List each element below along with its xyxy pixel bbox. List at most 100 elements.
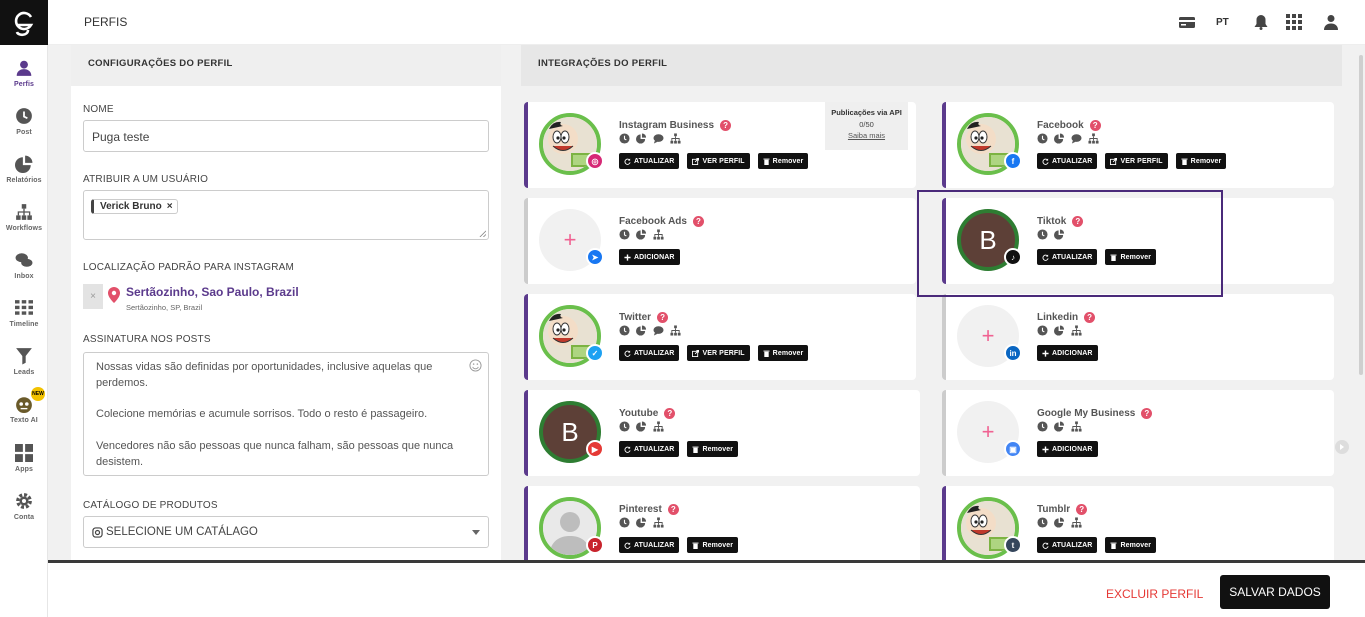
adicionar-button[interactable]: ADICIONAR [1037, 441, 1098, 457]
help-icon[interactable]: ? [664, 408, 676, 419]
integration-name-text: Youtube [619, 408, 659, 419]
remover-button[interactable]: Remover [1175, 153, 1227, 169]
help-icon[interactable]: ? [720, 120, 732, 131]
delete-profile-button[interactable]: EXCLUIR PERFIL [1106, 587, 1203, 601]
integration-name-text: Tumblr [1037, 504, 1071, 515]
trash-icon [692, 446, 699, 453]
pie-chart-icon [1054, 517, 1065, 528]
sitemap-icon [653, 229, 664, 240]
location-clear-button[interactable]: × [83, 284, 103, 309]
sidebar-item-conta[interactable]: Conta [0, 486, 48, 534]
pie-chart-icon [636, 229, 647, 240]
clock-icon [619, 229, 630, 240]
profile-config-panel: CONFIGURAÇÕES DO PERFIL NOME Puga teste … [71, 45, 501, 562]
account-icon[interactable] [1323, 13, 1339, 31]
atualizar-button[interactable]: ATUALIZAR [619, 345, 680, 361]
instagram-icon: ◎ [586, 152, 604, 170]
new-badge: NEW [31, 387, 45, 401]
ver-perfil-button[interactable]: VER PERFIL [687, 345, 750, 361]
sidebar-item-leads[interactable]: Leads [0, 341, 48, 389]
signature-textarea[interactable]: Nossas vidas são definidas por oportunid… [83, 352, 489, 476]
pie-chart-icon [1054, 133, 1065, 144]
refresh-icon [624, 157, 631, 165]
chat-icon [653, 134, 664, 144]
button-label: ATUALIZAR [634, 445, 675, 453]
scroll-next-button[interactable] [1335, 440, 1349, 454]
sidebar-item-workflows[interactable]: Workflows [0, 197, 48, 245]
remover-button[interactable]: Remover [757, 153, 809, 169]
name-input[interactable]: Puga teste [83, 120, 489, 152]
clock-icon [619, 325, 630, 336]
resize-handle-icon[interactable] [479, 230, 486, 237]
help-icon[interactable]: ? [1089, 120, 1101, 131]
catalog-select[interactable]: SELECIONE UM CATÁLAGO [83, 516, 489, 548]
remover-button[interactable]: Remover [687, 537, 739, 553]
config-section-title: CONFIGURAÇÕES DO PERFIL [88, 58, 233, 69]
integration-name: Google My Business? [1037, 408, 1153, 419]
sidebar-item-timeline[interactable]: Timeline [0, 293, 48, 341]
remover-button[interactable]: Remover [1105, 537, 1157, 553]
name-input-value: Puga teste [92, 130, 150, 144]
emoji-icon[interactable] [469, 359, 482, 372]
button-label: ATUALIZAR [1052, 541, 1093, 549]
feature-icons [1037, 325, 1082, 336]
sidebar-item-inbox[interactable]: Inbox [0, 245, 48, 293]
sidebar-item-texto-ai[interactable]: NEW Texto AI [0, 387, 48, 437]
clock-icon [619, 133, 630, 144]
integration-card-linkedin: + in Linkedin? ADICIONAR [942, 294, 1334, 380]
button-label: Remover [1190, 157, 1222, 165]
plus-icon[interactable]: + [982, 323, 995, 349]
learn-more-link[interactable]: Saiba mais [825, 130, 908, 142]
sidebar-item-perfis[interactable]: Perfis [0, 53, 48, 101]
adicionar-button[interactable]: ADICIONAR [1037, 345, 1098, 361]
ver-perfil-button[interactable]: VER PERFIL [687, 153, 750, 169]
help-icon[interactable]: ? [657, 312, 669, 323]
feature-icons [619, 229, 664, 240]
plus-icon[interactable]: + [982, 419, 995, 445]
help-icon[interactable]: ? [1084, 312, 1096, 323]
assign-user-field[interactable]: Verick Bruno × [83, 190, 489, 240]
apps-grid-icon[interactable] [1286, 13, 1302, 31]
feature-icons [1037, 517, 1082, 528]
atualizar-button[interactable]: ATUALIZAR [1037, 153, 1098, 169]
language-selector[interactable]: PT [1216, 13, 1229, 31]
plus-icon[interactable]: + [564, 227, 577, 253]
tag-remove-icon[interactable]: × [167, 201, 173, 212]
plus-icon [624, 253, 631, 261]
sitemap-icon [1071, 421, 1082, 432]
atualizar-button[interactable]: ATUALIZAR [619, 153, 680, 169]
trash-icon [763, 350, 770, 357]
atualizar-button[interactable]: ATUALIZAR [619, 537, 680, 553]
logo[interactable] [0, 0, 48, 45]
help-icon[interactable]: ? [692, 216, 704, 227]
help-icon[interactable]: ? [667, 504, 679, 515]
sidebar-item-label: Post [16, 129, 32, 136]
page-title: PERFIS [84, 15, 128, 29]
button-label: ATUALIZAR [634, 157, 675, 165]
selection-highlight [917, 190, 1223, 297]
save-button[interactable]: SALVAR DADOS [1220, 575, 1330, 609]
integration-name-text: Google My Business [1037, 408, 1136, 419]
atualizar-button[interactable]: ATUALIZAR [619, 441, 680, 457]
card-icon[interactable] [1179, 13, 1195, 31]
integration-name: Facebook Ads? [619, 216, 704, 227]
atualizar-button[interactable]: ATUALIZAR [1037, 537, 1098, 553]
sidebar-item-post[interactable]: Post [0, 101, 48, 149]
help-icon[interactable]: ? [1141, 408, 1153, 419]
ver-perfil-button[interactable]: VER PERFIL [1105, 153, 1168, 169]
remover-button[interactable]: Remover [687, 441, 739, 457]
bell-icon[interactable] [1253, 13, 1269, 31]
adicionar-button[interactable]: ADICIONAR [619, 249, 680, 265]
refresh-icon [1042, 157, 1049, 165]
tumblr-icon: t [1004, 536, 1022, 554]
grid-icon [15, 300, 33, 315]
chat-icon [1071, 134, 1082, 144]
help-icon[interactable]: ? [1076, 504, 1088, 515]
refresh-icon [1042, 541, 1049, 549]
plus-icon [1042, 349, 1049, 357]
button-label: Remover [772, 157, 804, 165]
scrollbar-thumb[interactable] [1359, 55, 1363, 375]
remover-button[interactable]: Remover [757, 345, 809, 361]
sidebar-item-relatorios[interactable]: Relatórios [0, 149, 48, 197]
sidebar-item-apps[interactable]: Apps [0, 438, 48, 486]
